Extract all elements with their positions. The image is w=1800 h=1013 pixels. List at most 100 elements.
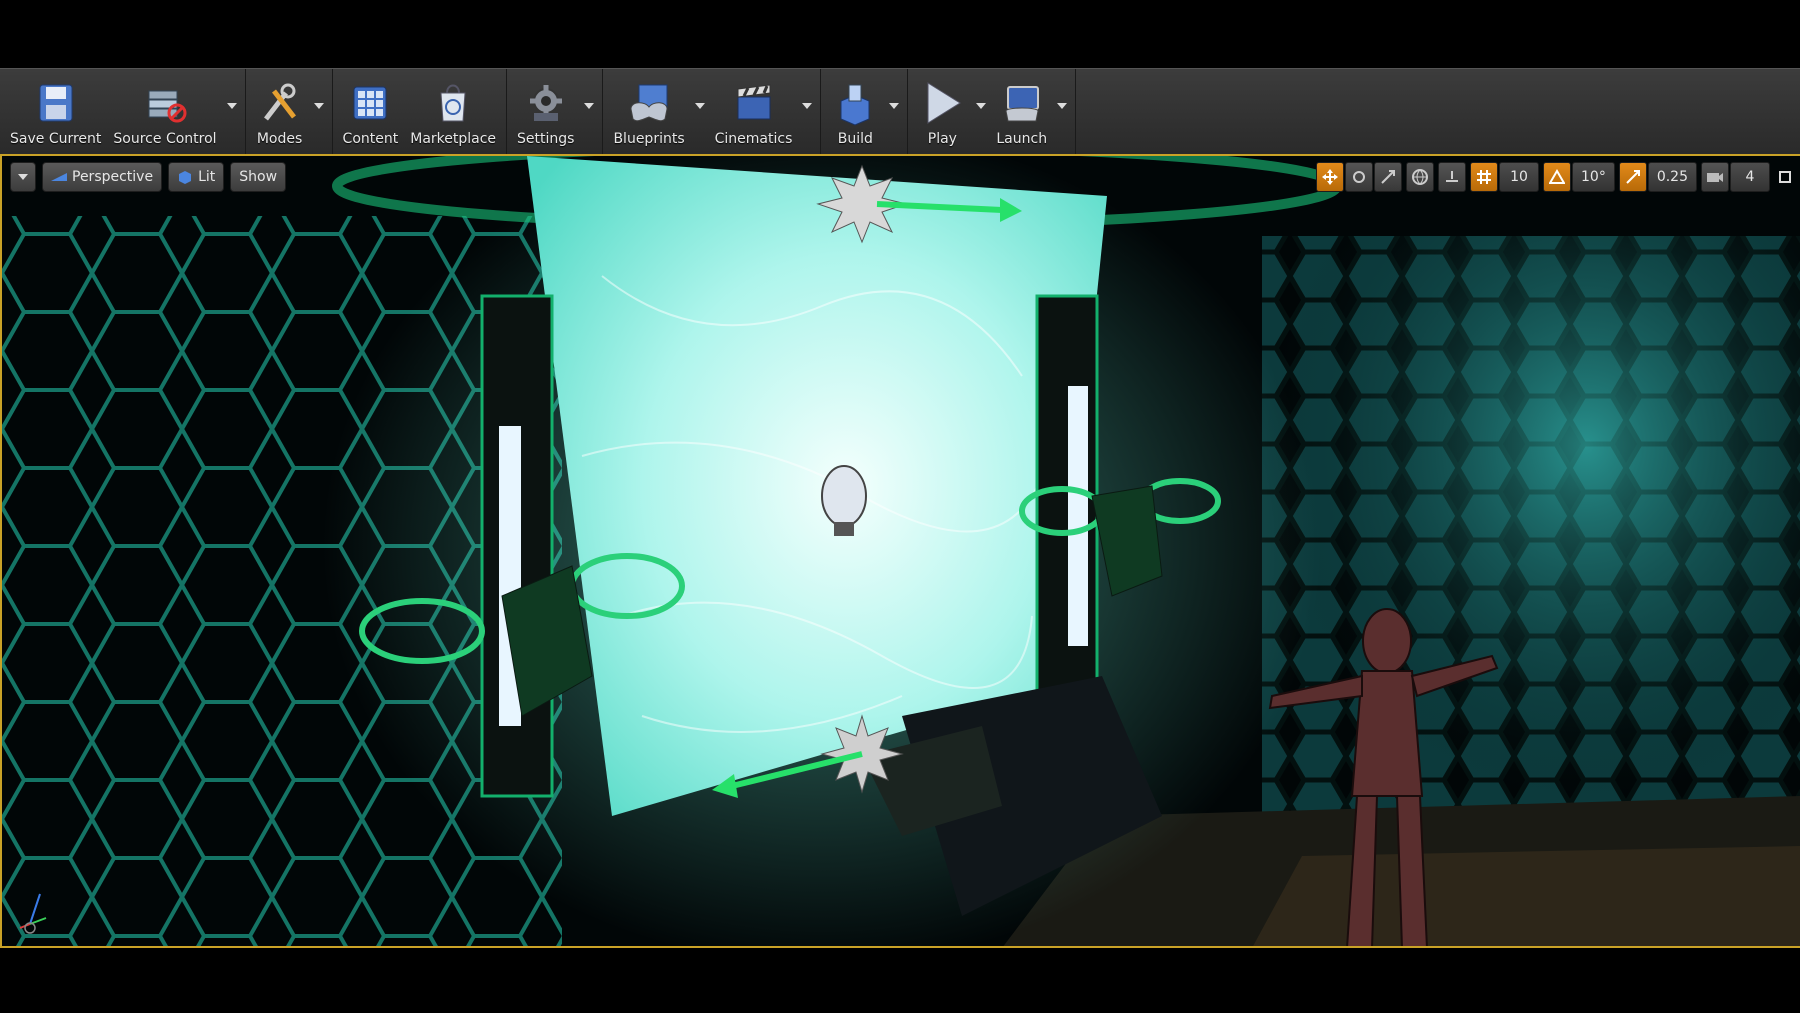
play-button[interactable]: Play bbox=[912, 69, 972, 154]
chevron-down-icon bbox=[18, 174, 28, 180]
build-button[interactable]: Build bbox=[825, 69, 885, 154]
blueprints-label: Blueprints bbox=[613, 131, 685, 147]
grid-snap-group: 10 bbox=[1470, 162, 1539, 192]
globe-icon bbox=[1412, 169, 1428, 185]
maximize-icon bbox=[1779, 171, 1791, 183]
chevron-down-icon bbox=[313, 102, 324, 109]
lit-sphere-icon bbox=[179, 171, 192, 184]
content-label: Content bbox=[342, 131, 399, 147]
modes-button[interactable]: Modes bbox=[250, 69, 310, 154]
scale-snap-icon bbox=[1626, 170, 1640, 184]
modes-dropdown[interactable] bbox=[310, 69, 328, 154]
surface-snap-button[interactable] bbox=[1438, 162, 1466, 192]
toolbar-group-file: Save Current Source Control bbox=[0, 69, 246, 154]
source-control-dropdown[interactable] bbox=[223, 69, 241, 154]
chevron-down-icon bbox=[889, 102, 900, 109]
camera-speed-value[interactable]: 4 bbox=[1730, 162, 1770, 192]
move-arrows-icon bbox=[1322, 169, 1338, 185]
rotation-snap-group: 10° bbox=[1543, 162, 1615, 192]
rotate-icon bbox=[1353, 171, 1365, 183]
settings-button[interactable]: Settings bbox=[511, 69, 580, 154]
level-viewport[interactable]: Perspective Lit Show 10 10° 0.25 4 bbox=[0, 156, 1800, 948]
chevron-down-icon bbox=[694, 102, 705, 109]
scale-tool-button[interactable] bbox=[1374, 162, 1402, 192]
cinematics-label: Cinematics bbox=[714, 131, 793, 147]
save-current-button[interactable]: Save Current bbox=[4, 69, 107, 154]
blueprints-icon bbox=[630, 84, 668, 122]
camera-speed-group: 4 bbox=[1701, 162, 1770, 192]
letterbox-top bbox=[0, 0, 1800, 68]
view-mode-label: Perspective bbox=[72, 169, 154, 185]
content-icon bbox=[353, 86, 387, 120]
marketplace-button[interactable]: Marketplace bbox=[404, 69, 502, 154]
viewport-left-controls: Perspective Lit Show bbox=[10, 162, 287, 192]
grid-icon bbox=[1477, 170, 1491, 184]
grid-snap-toggle[interactable] bbox=[1470, 162, 1498, 192]
show-flags-button[interactable]: Show bbox=[230, 162, 287, 192]
modes-icon bbox=[263, 83, 296, 121]
view-mode-button[interactable]: Perspective bbox=[42, 162, 163, 192]
chevron-down-icon bbox=[1057, 102, 1068, 109]
scale-snap-group: 0.25 bbox=[1618, 162, 1697, 192]
rotation-snap-value[interactable]: 10° bbox=[1572, 162, 1615, 192]
perspective-icon bbox=[51, 173, 67, 181]
cinematics-dropdown[interactable] bbox=[798, 69, 816, 154]
settings-icon bbox=[529, 85, 562, 121]
source-control-label: Source Control bbox=[113, 131, 217, 147]
rotation-snap-toggle[interactable] bbox=[1543, 162, 1571, 192]
play-icon bbox=[927, 82, 962, 124]
main-toolbar: Save Current Source Control Modes Conten… bbox=[0, 68, 1800, 156]
source-control-icon bbox=[148, 90, 187, 123]
save-icon bbox=[39, 84, 73, 122]
blueprints-button[interactable]: Blueprints bbox=[607, 69, 690, 154]
camera-speed-button[interactable] bbox=[1701, 162, 1729, 192]
settings-dropdown[interactable] bbox=[580, 69, 598, 154]
build-dropdown[interactable] bbox=[885, 69, 903, 154]
source-control-button[interactable]: Source Control bbox=[107, 69, 222, 154]
camera-icon bbox=[1707, 173, 1723, 182]
blueprints-dropdown[interactable] bbox=[691, 69, 709, 154]
world-local-toggle[interactable] bbox=[1406, 162, 1434, 192]
rotate-tool-button[interactable] bbox=[1345, 162, 1373, 192]
chevron-down-icon bbox=[584, 102, 595, 109]
viewport-right-controls: 10 10° 0.25 4 bbox=[1316, 162, 1796, 192]
axis-gizmo-icon bbox=[19, 893, 47, 934]
content-button[interactable]: Content bbox=[337, 69, 405, 154]
grid-snap-value[interactable]: 10 bbox=[1499, 162, 1539, 192]
play-dropdown[interactable] bbox=[972, 69, 990, 154]
launch-button[interactable]: Launch bbox=[990, 69, 1053, 154]
modes-label: Modes bbox=[256, 131, 303, 147]
translate-tool-button[interactable] bbox=[1316, 162, 1344, 192]
toolbar-group-modes: Modes bbox=[246, 69, 333, 154]
marketplace-label: Marketplace bbox=[410, 131, 497, 147]
maximize-viewport-button[interactable] bbox=[1774, 162, 1796, 192]
lighting-mode-label: Lit bbox=[198, 169, 216, 185]
scale-icon bbox=[1381, 170, 1395, 184]
cinematics-button[interactable]: Cinematics bbox=[709, 69, 799, 154]
toolbar-group-content: Content Marketplace bbox=[333, 69, 508, 154]
marketplace-icon bbox=[440, 84, 466, 122]
launch-icon bbox=[1005, 86, 1039, 122]
viewport-options-dropdown[interactable] bbox=[10, 162, 36, 192]
build-icon bbox=[840, 84, 870, 126]
lighting-mode-button[interactable]: Lit bbox=[168, 162, 225, 192]
cinematics-icon bbox=[737, 84, 770, 120]
transform-tool-group bbox=[1316, 162, 1402, 192]
toolbar-group-blueprints: Blueprints Cinematics bbox=[603, 69, 822, 154]
build-label: Build bbox=[837, 131, 873, 147]
toolbar-group-settings: Settings bbox=[507, 69, 604, 154]
play-label: Play bbox=[927, 131, 957, 147]
chevron-down-icon bbox=[226, 102, 237, 109]
scale-snap-toggle[interactable] bbox=[1618, 162, 1647, 192]
launch-label: Launch bbox=[996, 131, 1048, 147]
scale-snap-value[interactable]: 0.25 bbox=[1647, 162, 1697, 192]
letterbox-bottom bbox=[0, 948, 1800, 1013]
viewport-scene[interactable] bbox=[2, 156, 1800, 948]
angle-icon bbox=[1549, 169, 1565, 184]
show-flags-label: Show bbox=[239, 169, 278, 185]
launch-dropdown[interactable] bbox=[1053, 69, 1071, 154]
toolbar-group-build: Build bbox=[821, 69, 909, 154]
toolbar-group-play: Play Launch bbox=[908, 69, 1077, 154]
surface-snap-icon bbox=[1446, 171, 1458, 182]
chevron-down-icon bbox=[976, 102, 987, 109]
